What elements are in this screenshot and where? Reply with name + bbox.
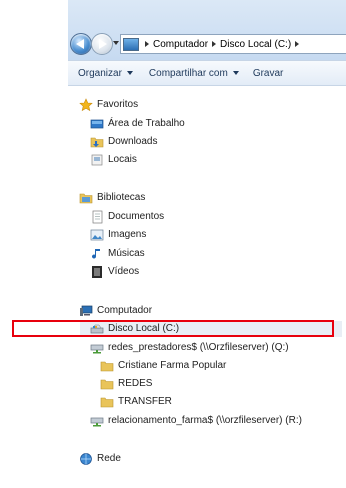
desktop-label: Área de Trabalho (108, 118, 185, 129)
share-label: Compartilhar com (148, 67, 228, 79)
favorites-label: Favoritos (97, 99, 139, 110)
videos-icon (90, 265, 104, 279)
folder-cristiane-label: Cristiane Farma Popular (118, 360, 227, 371)
breadcrumb-local-disk[interactable]: Disco Local (C:) (220, 39, 291, 50)
recent-places-icon (90, 153, 104, 167)
navigation-bar: Computador Disco Local (C:) (68, 30, 346, 58)
network-drive-icon (90, 414, 104, 428)
nav-recent-places[interactable]: Locais (90, 151, 137, 168)
folder-redes-label: REDES (118, 378, 153, 389)
computer-label: Computador (97, 305, 153, 316)
nav-favorites[interactable]: Favoritos (79, 96, 138, 113)
libraries-label: Bibliotecas (97, 192, 146, 203)
breadcrumb-separator-icon[interactable] (295, 41, 300, 47)
pictures-icon (90, 228, 104, 242)
folder-transfer-label: TRANSFER (118, 396, 172, 407)
folder-icon (100, 395, 114, 409)
libraries-icon (79, 191, 93, 205)
computer-icon (79, 304, 93, 318)
share-button[interactable]: Compartilhar com (149, 68, 239, 79)
organize-button[interactable]: Organizar (78, 68, 133, 79)
videos-label: Vídeos (108, 266, 140, 277)
breadcrumb-computer[interactable]: Computador (153, 39, 208, 50)
pictures-label: Imagens (108, 229, 147, 240)
computer-small-icon (123, 37, 139, 51)
folder-icon (100, 377, 114, 391)
documents-label: Documentos (108, 211, 165, 222)
desktop-icon (90, 117, 104, 131)
nav-folder-redes[interactable]: REDES (100, 375, 152, 392)
network-drive-r-label: relacionamento_farma$ (\\orzfileserver) … (108, 415, 302, 426)
back-arrow-icon (76, 39, 84, 49)
network-drive-icon (90, 341, 104, 355)
nav-pictures[interactable]: Imagens (90, 226, 146, 243)
downloads-folder-icon (90, 135, 104, 149)
network-icon (79, 452, 93, 466)
nav-documents[interactable]: Documentos (90, 208, 164, 225)
nav-desktop[interactable]: Área de Trabalho (90, 115, 185, 132)
chevron-down-icon (232, 71, 239, 75)
documents-icon (90, 210, 104, 224)
burn-button[interactable]: Gravar (253, 68, 284, 79)
forward-arrow-icon (99, 39, 107, 49)
nav-libraries[interactable]: Bibliotecas (79, 189, 145, 206)
forward-button[interactable] (91, 33, 113, 55)
address-bar[interactable]: Computador Disco Local (C:) (120, 34, 346, 54)
breadcrumb-separator-icon[interactable] (145, 41, 149, 47)
background-left (0, 0, 68, 488)
organize-label: Organizar (78, 67, 122, 79)
chevron-down-icon (126, 71, 133, 75)
network-drive-q-label: redes_prestadores$ (\\Orzfileserver) (Q:… (108, 342, 289, 353)
nav-computer[interactable]: Computador (79, 302, 152, 319)
burn-label: Gravar (252, 67, 284, 79)
downloads-label: Downloads (108, 136, 158, 147)
nav-music[interactable]: Músicas (90, 245, 145, 262)
recent-pages-dropdown[interactable] (113, 41, 119, 45)
music-icon (90, 247, 104, 261)
recent-places-label: Locais (108, 154, 137, 165)
nav-network[interactable]: Rede (79, 450, 121, 467)
folder-icon (100, 359, 114, 373)
music-label: Músicas (108, 248, 145, 259)
title-bar: Computador Disco Local (C:) (68, 0, 346, 60)
red-highlight-box (12, 320, 334, 337)
nav-network-drive-r[interactable]: relacionamento_farma$ (\\orzfileserver) … (90, 412, 302, 429)
back-button[interactable] (70, 33, 92, 55)
nav-folder-transfer[interactable]: TRANSFER (100, 393, 172, 410)
command-bar: Organizar Compartilhar com Gravar (68, 60, 346, 86)
nav-downloads[interactable]: Downloads (90, 133, 157, 150)
network-label: Rede (97, 453, 121, 464)
nav-network-drive-q[interactable]: redes_prestadores$ (\\Orzfileserver) (Q:… (90, 339, 289, 356)
nav-folder-cristiane[interactable]: Cristiane Farma Popular (100, 357, 226, 374)
star-icon (79, 97, 93, 112)
breadcrumb-separator-icon[interactable] (212, 41, 217, 47)
nav-videos[interactable]: Vídeos (90, 263, 139, 280)
